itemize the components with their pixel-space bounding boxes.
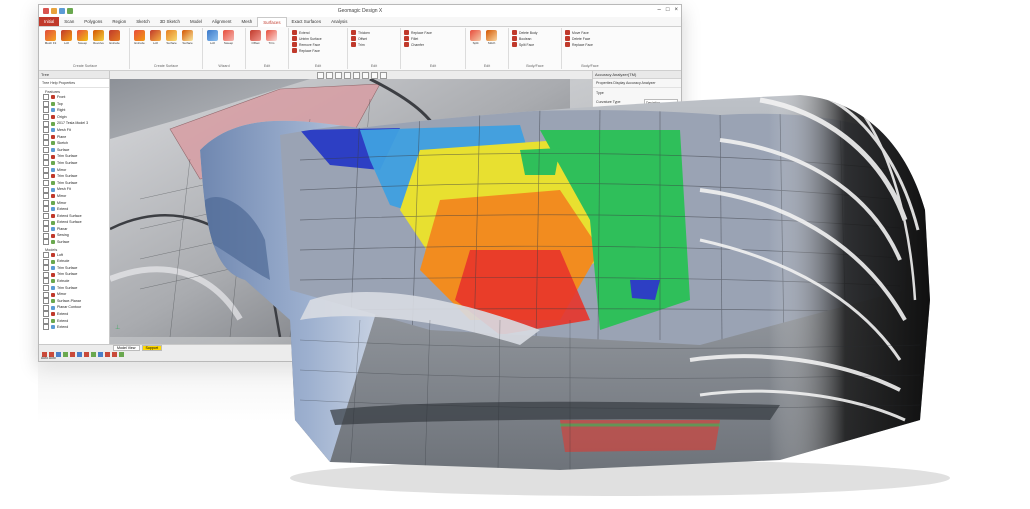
marketing-composite: Geomagic Design X – □ × Initial Scan Pol… <box>0 0 1030 509</box>
car-front-render <box>200 95 950 496</box>
car-body <box>200 95 930 470</box>
deviation-green-spot <box>520 148 560 175</box>
